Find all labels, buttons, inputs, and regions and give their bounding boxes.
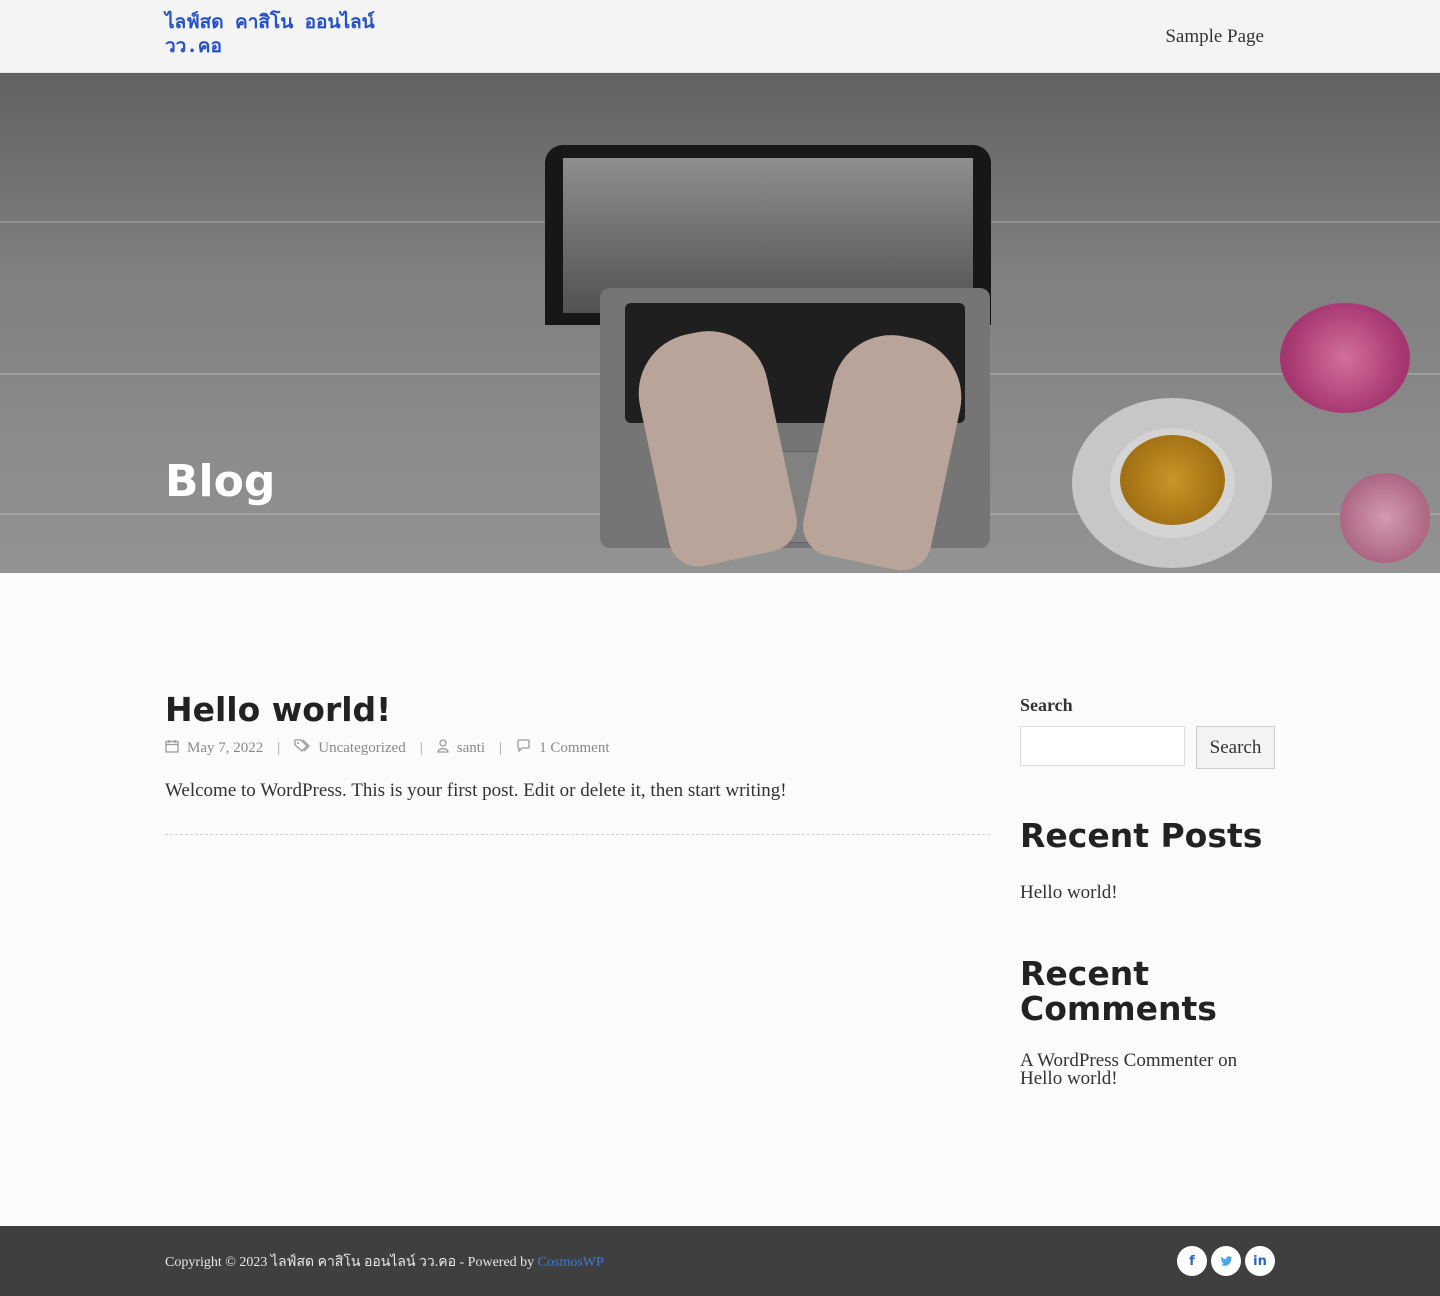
site-footer: Copyright © 2023 ไลฟ์สด คาสิโน ออนไลน์ ว… bbox=[0, 1226, 1440, 1296]
facebook-icon[interactable]: f bbox=[1177, 1246, 1207, 1276]
post-meta: May 7, 2022 | Uncategorized | santi | 1 … bbox=[165, 738, 610, 758]
comment-icon bbox=[516, 739, 531, 757]
post-comments-link[interactable]: 1 Comment bbox=[539, 740, 609, 757]
footer-copyright: Copyright © 2023 ไลฟ์สด คาสิโน ออนไลน์ ว… bbox=[165, 1251, 604, 1273]
recent-comment-item: A WordPress Commenter on Hello world! bbox=[1020, 1050, 1270, 1089]
recent-post-link[interactable]: Hello world! bbox=[1020, 883, 1118, 902]
calendar-icon bbox=[165, 739, 179, 758]
user-icon bbox=[437, 738, 449, 758]
post-author[interactable]: santi bbox=[457, 740, 485, 757]
search-button[interactable]: Search bbox=[1196, 726, 1275, 769]
post-date[interactable]: May 7, 2022 bbox=[187, 740, 263, 757]
comment-post-link[interactable]: Hello world! bbox=[1020, 1068, 1118, 1089]
tags-icon bbox=[294, 738, 311, 758]
search-label: Search bbox=[1020, 695, 1073, 715]
meta-separator: | bbox=[277, 739, 281, 756]
site-title-link[interactable]: ไลฟ์สด คาสิโน ออนไลน์ วว.คอ bbox=[165, 10, 415, 58]
hero-banner: Blog bbox=[0, 73, 1440, 573]
post-excerpt: Welcome to WordPress. This is your first… bbox=[165, 780, 787, 801]
site-header: ไลฟ์สด คาสิโน ออนไลน์ วว.คอ Sample Page bbox=[0, 0, 1440, 73]
hero-title: Blog bbox=[165, 456, 276, 507]
linkedin-icon[interactable]: in bbox=[1245, 1246, 1275, 1276]
meta-separator: | bbox=[499, 739, 503, 756]
recent-posts-heading: Recent Posts bbox=[1020, 816, 1263, 855]
post-divider bbox=[165, 834, 990, 835]
powered-by-link[interactable]: CosmosWP bbox=[538, 1255, 604, 1270]
recent-comments-heading: Recent Comments bbox=[1020, 954, 1217, 1028]
twitter-icon[interactable] bbox=[1211, 1246, 1241, 1276]
search-input[interactable] bbox=[1020, 726, 1185, 766]
copyright-text: Copyright © 2023 ไลฟ์สด คาสิโน ออนไลน์ ว… bbox=[165, 1255, 535, 1270]
nav-sample-page[interactable]: Sample Page bbox=[1165, 26, 1264, 48]
post-category[interactable]: Uncategorized bbox=[318, 740, 405, 757]
meta-separator: | bbox=[419, 739, 423, 756]
post-title[interactable]: Hello world! bbox=[165, 688, 391, 732]
comment-on-text: on bbox=[1218, 1050, 1238, 1071]
